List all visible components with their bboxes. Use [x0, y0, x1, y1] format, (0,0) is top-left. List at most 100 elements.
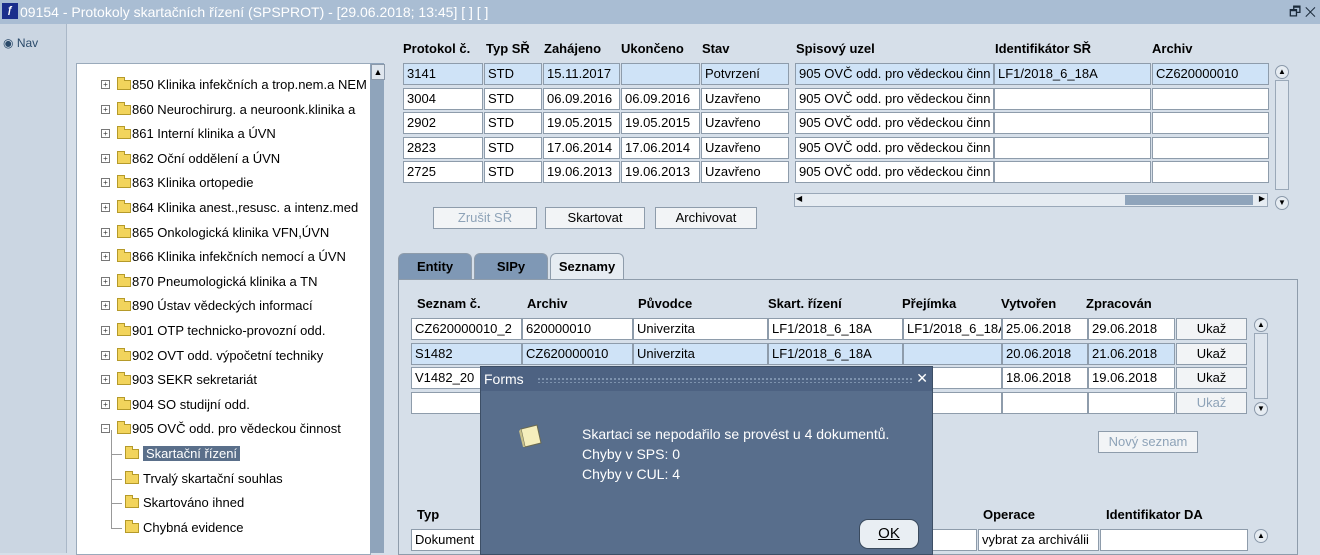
expand-icon[interactable]: +: [101, 104, 110, 114]
cancel-protocol-button[interactable]: Zrušit SŘ: [433, 207, 537, 229]
scroll-right-icon[interactable]: ▶: [1259, 194, 1265, 203]
scroll-up-icon[interactable]: ▲: [1275, 65, 1289, 79]
protocol-detail-cell[interactable]: 905 OVČ odd. pro vědeckou činn: [795, 87, 994, 110]
protocol-cell[interactable]: Uzavřeno: [701, 161, 789, 183]
list-cell[interactable]: 20.06.2018: [1002, 342, 1088, 365]
list-cell[interactable]: CZ620000010: [522, 342, 633, 365]
protocol-detail-cell[interactable]: [994, 112, 1151, 134]
expand-icon[interactable]: +: [101, 350, 110, 360]
protocol-cell[interactable]: STD: [484, 161, 542, 183]
protocol-detail-cell[interactable]: CZ620000010: [1152, 63, 1269, 85]
expand-icon[interactable]: +: [101, 153, 110, 163]
tree-node[interactable]: +864 Klinika anest.,resusc. a intenz.med: [77, 200, 369, 218]
tree-node[interactable]: +860 Neurochirurg. a neuroonk.klinika a: [77, 101, 369, 120]
protocol-cell[interactable]: 19.05.2015: [543, 112, 620, 134]
list-cell[interactable]: 25.06.2018: [1002, 318, 1088, 340]
archive-button[interactable]: Archivovat: [655, 207, 757, 229]
expand-icon[interactable]: +: [101, 203, 110, 212]
protocol-detail-cell[interactable]: [1152, 87, 1269, 110]
list-cell[interactable]: CZ620000010_2: [411, 318, 522, 340]
expand-icon[interactable]: +: [101, 178, 110, 188]
protocol-detail-cell[interactable]: [1152, 161, 1269, 183]
scroll-up-icon[interactable]: ▲: [371, 64, 385, 80]
protocol-cell[interactable]: STD: [484, 63, 542, 85]
protocol-cell[interactable]: 06.09.2016: [543, 87, 620, 110]
protocol-detail-cell[interactable]: [994, 87, 1151, 110]
tree-node[interactable]: +862 Oční oddělení a ÚVN: [77, 150, 369, 169]
scroll-down-icon[interactable]: ▼: [1275, 196, 1289, 210]
tab-seznamy[interactable]: Seznamy: [550, 253, 624, 281]
protocol-cell[interactable]: STD: [484, 136, 542, 159]
protocol-cell[interactable]: 2725: [403, 161, 483, 183]
list-cell[interactable]: 18.06.2018: [1002, 367, 1088, 389]
protocol-cell[interactable]: 19.06.2013: [543, 161, 620, 183]
nav-toggle[interactable]: ◉ Nav: [3, 36, 38, 50]
list-cell[interactable]: LF1/2018_6_18A: [768, 318, 903, 340]
ok-button[interactable]: OK: [859, 519, 919, 549]
protocol-detail-cell[interactable]: 905 OVČ odd. pro vědeckou činn: [795, 161, 994, 183]
scroll-left-icon[interactable]: ◀: [796, 194, 802, 203]
tree-node[interactable]: +904 SO studijní odd.: [77, 396, 369, 415]
protocol-cell[interactable]: 2823: [403, 136, 483, 159]
window-controls[interactable]: 🗗 ✕: [1289, 3, 1316, 25]
list-cell[interactable]: 620000010: [522, 318, 633, 340]
tree-node[interactable]: Chybná evidence: [77, 503, 369, 538]
list-cell[interactable]: LF1/2018_6_18A: [768, 342, 903, 365]
expand-icon[interactable]: +: [101, 276, 110, 286]
tree-node[interactable]: +866 Klinika infekčních nemocí a ÚVN: [77, 249, 369, 267]
show-button[interactable]: Ukaž: [1176, 391, 1247, 414]
close-icon[interactable]: ✕: [916, 370, 928, 387]
expand-icon[interactable]: +: [101, 252, 110, 262]
protocol-cell[interactable]: 17.06.2014: [543, 136, 620, 159]
expand-icon[interactable]: +: [101, 375, 110, 385]
tree-node[interactable]: +901 OTP technicko-provozní odd.: [77, 323, 369, 341]
list-cell[interactable]: [1002, 391, 1088, 414]
expand-icon[interactable]: +: [101, 326, 110, 335]
protocol-cell[interactable]: 19.05.2015: [621, 112, 700, 134]
spis-tree[interactable]: +850 Klinika infekčních a trop.nem.a NEM…: [76, 63, 371, 555]
protocol-detail-cell[interactable]: 905 OVČ odd. pro vědeckou činn: [795, 112, 994, 134]
scroll-down-icon[interactable]: ▼: [1254, 402, 1268, 416]
protocol-cell[interactable]: Uzavřeno: [701, 112, 789, 134]
tree-node[interactable]: +902 OVT odd. výpočetní techniky: [77, 347, 369, 366]
protocol-detail-cell[interactable]: [994, 136, 1151, 159]
vertical-scrollbar[interactable]: [1254, 333, 1268, 399]
list-cell[interactable]: Univerzita: [633, 342, 768, 365]
shred-button[interactable]: Skartovat: [545, 207, 645, 229]
tree-node[interactable]: +903 SEKR sekretariát: [77, 372, 369, 390]
protocol-cell[interactable]: STD: [484, 112, 542, 134]
new-list-button[interactable]: Nový seznam: [1098, 431, 1198, 453]
tree-node[interactable]: +850 Klinika infekčních a trop.nem.a NEM: [77, 77, 369, 95]
collapse-icon[interactable]: −: [101, 424, 110, 434]
expand-icon[interactable]: +: [101, 301, 110, 311]
expand-icon[interactable]: +: [101, 227, 110, 237]
protocol-cell[interactable]: 3004: [403, 87, 483, 110]
type-cell[interactable]: Dokument: [411, 529, 481, 551]
protocol-detail-cell[interactable]: [1152, 136, 1269, 159]
protocol-detail-cell[interactable]: 905 OVČ odd. pro vědeckou činn: [795, 63, 994, 85]
protocol-detail-cell[interactable]: [1152, 112, 1269, 134]
scroll-up-icon[interactable]: ▲: [1254, 318, 1268, 332]
expand-icon[interactable]: +: [101, 399, 110, 409]
protocol-cell[interactable]: Uzavřeno: [701, 136, 789, 159]
tree-node[interactable]: +861 Interní klinika a ÚVN: [77, 126, 369, 144]
da-identifier-cell[interactable]: [1100, 529, 1248, 551]
list-cell[interactable]: [903, 342, 1002, 365]
tab-entity[interactable]: Entity: [398, 253, 472, 279]
protocol-cell[interactable]: Potvrzení: [701, 63, 789, 85]
list-cell[interactable]: LF1/2018_6_18A: [903, 318, 1002, 340]
protocol-cell[interactable]: STD: [484, 87, 542, 110]
tree-node[interactable]: +863 Klinika ortopedie: [77, 175, 369, 193]
scroll-thumb[interactable]: [1125, 195, 1253, 205]
protocol-cell[interactable]: 2902: [403, 112, 483, 134]
vertical-scrollbar[interactable]: [1275, 80, 1289, 190]
tree-node[interactable]: +890 Ústav vědeckých informací: [77, 298, 369, 316]
protocol-cell[interactable]: 15.11.2017: [543, 63, 620, 85]
list-cell[interactable]: 29.06.2018: [1088, 318, 1175, 340]
scroll-up-icon[interactable]: ▲: [1254, 529, 1268, 543]
horizontal-scrollbar[interactable]: ◀ ▶: [794, 193, 1268, 207]
protocol-cell[interactable]: Uzavřeno: [701, 87, 789, 110]
protocol-cell[interactable]: 3141: [403, 63, 483, 85]
tab-sipy[interactable]: SIPy: [474, 253, 548, 279]
show-button[interactable]: Ukaž: [1176, 342, 1247, 365]
